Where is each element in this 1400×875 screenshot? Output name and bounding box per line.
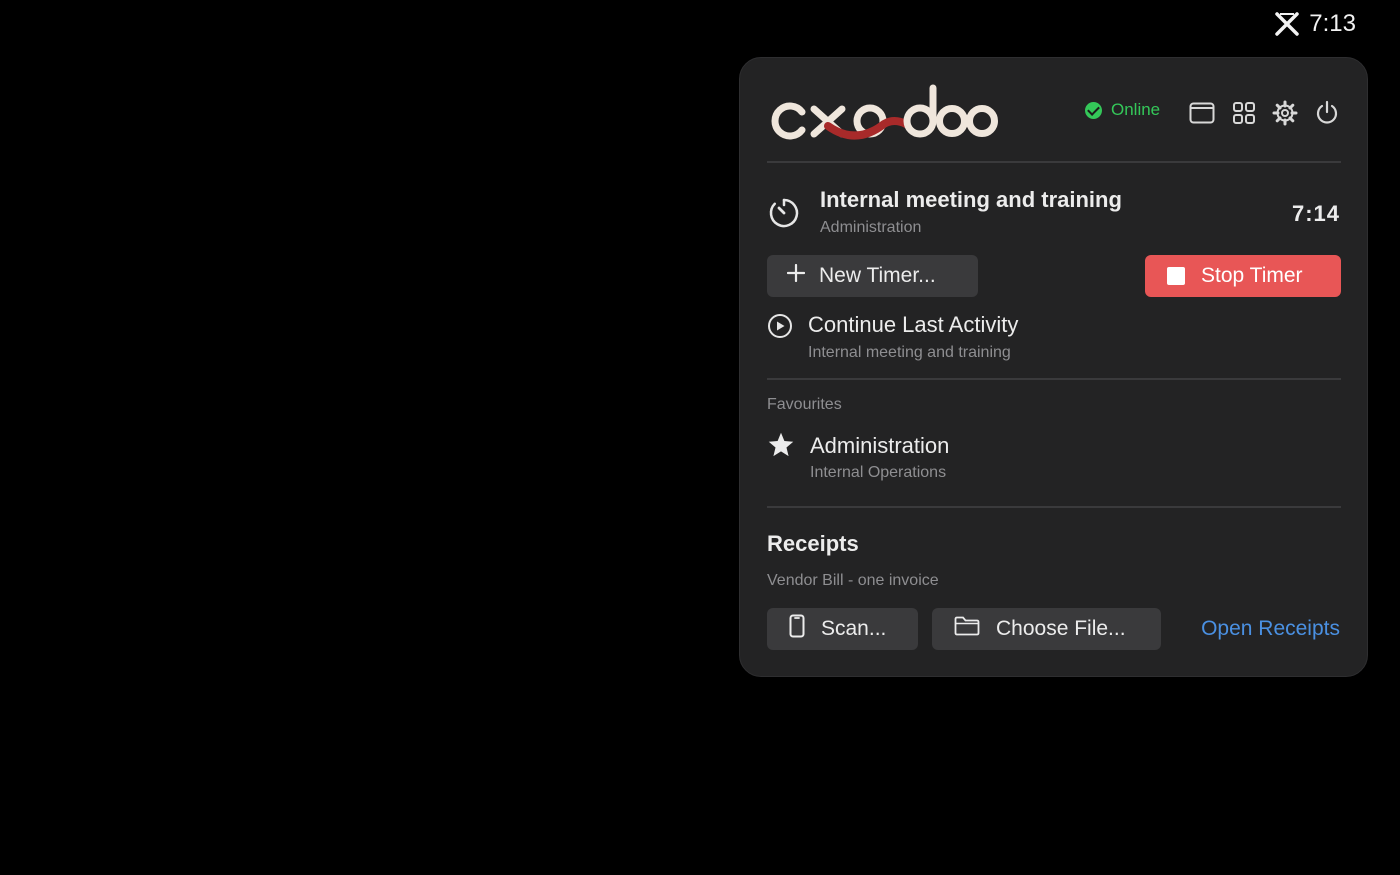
open-receipts-link[interactable]: Open Receipts [1201, 617, 1340, 641]
new-timer-button[interactable]: New Timer... [767, 255, 978, 297]
scan-label: Scan... [821, 617, 887, 640]
connection-status: Online [1085, 100, 1160, 120]
choose-file-label: Choose File... [996, 617, 1126, 640]
gear-icon[interactable] [1271, 99, 1299, 127]
phone-icon [789, 614, 805, 644]
active-timer-title: Internal meeting and training [820, 187, 1122, 212]
menubar-clock[interactable]: 7:13 [1275, 10, 1356, 38]
folder-icon [954, 616, 980, 642]
star-icon [767, 431, 795, 464]
divider [767, 378, 1341, 380]
scan-button[interactable]: Scan... [767, 608, 918, 650]
favourite-item-title[interactable]: Administration [810, 433, 949, 459]
active-timer-project: Administration [820, 219, 922, 236]
divider [767, 506, 1341, 508]
timer-popover-panel: Online Internal meeting and training Adm… [739, 57, 1368, 677]
status-text: Online [1111, 100, 1161, 119]
grid-icon[interactable] [1230, 99, 1258, 127]
power-icon[interactable] [1313, 99, 1341, 127]
window-icon[interactable] [1188, 99, 1216, 127]
choose-file-button[interactable]: Choose File... [932, 608, 1161, 650]
check-circle-icon [1085, 101, 1102, 119]
menubar-time: 7:13 [1309, 10, 1356, 37]
continue-last-activity-subtitle: Internal meeting and training [808, 344, 1011, 361]
favourite-item-subtitle: Internal Operations [810, 464, 947, 481]
x-logo-icon [1275, 12, 1300, 36]
divider [767, 161, 1341, 163]
plus-icon [786, 263, 806, 288]
receipts-subtitle: Vendor Bill - one invoice [767, 572, 939, 589]
play-circle-icon[interactable] [767, 313, 793, 344]
cxodoo-logo [766, 84, 998, 147]
favourites-header: Favourites [767, 396, 842, 413]
stop-icon [1167, 267, 1185, 285]
stop-timer-label: Stop Timer [1201, 264, 1303, 287]
continue-last-activity[interactable]: Continue Last Activity [808, 312, 1018, 338]
receipts-title: Receipts [767, 531, 859, 556]
stop-timer-button[interactable]: Stop Timer [1145, 255, 1341, 297]
timer-icon [767, 196, 801, 235]
new-timer-label: New Timer... [819, 264, 936, 287]
elapsed-time: 7:14 [1291, 201, 1340, 226]
